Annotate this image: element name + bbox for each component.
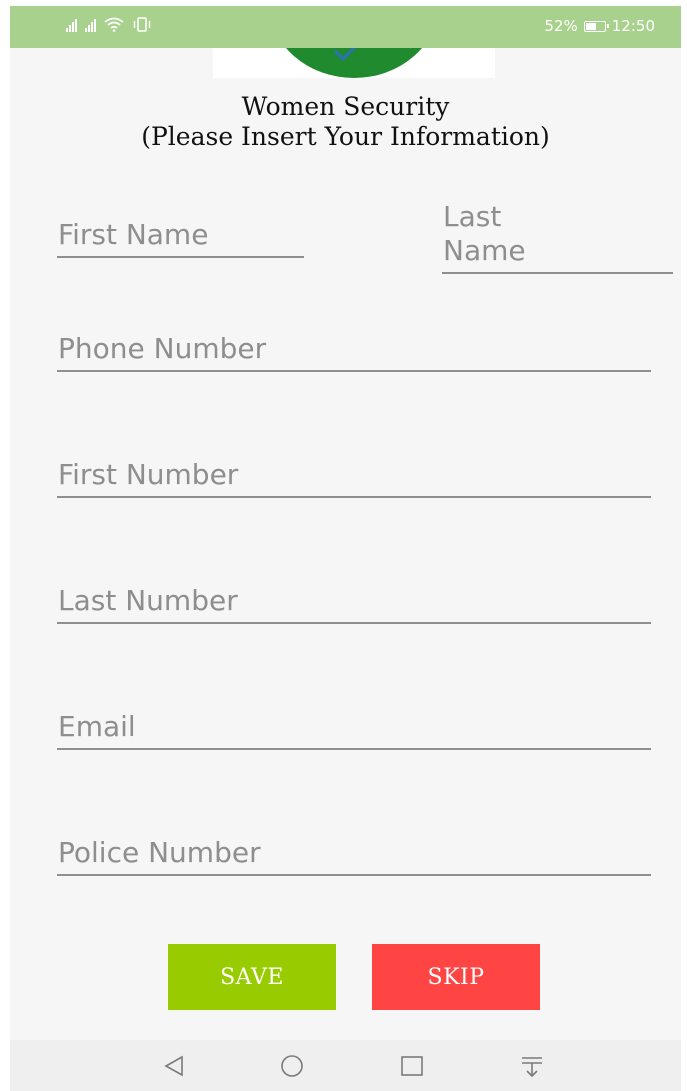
logo-shield-icon (269, 48, 439, 78)
back-icon[interactable] (160, 1052, 188, 1080)
app-logo (213, 48, 495, 78)
phone-screen: 52% 12:50 Women Security (Please Insert … (10, 6, 681, 1091)
phone-number-field[interactable]: Phone Number (57, 326, 651, 372)
vibrate-icon (133, 17, 151, 32)
phone-number-placeholder: Phone Number (58, 332, 267, 365)
navigation-bar (10, 1040, 681, 1091)
last-number-field[interactable]: Last Number (57, 578, 651, 624)
signal-icon (85, 18, 96, 32)
last-number-placeholder: Last Number (58, 584, 238, 617)
battery-percent: 52% (544, 17, 578, 35)
page-title: Women Security (Please Insert Your Infor… (10, 92, 681, 152)
police-number-placeholder: Police Number (58, 836, 261, 869)
battery-icon (583, 20, 609, 32)
first-name-field[interactable]: First Name (57, 212, 304, 258)
status-icons-left (66, 17, 152, 32)
email-field[interactable]: Email (57, 704, 651, 750)
status-icons-right: 52% 12:50 (544, 17, 655, 35)
last-name-field[interactable]: Last Name (442, 198, 673, 274)
police-number-field[interactable]: Police Number (57, 830, 651, 876)
signal-icon (66, 18, 77, 32)
clock: 12:50 (611, 17, 655, 35)
first-number-field[interactable]: First Number (57, 452, 651, 498)
wifi-icon (104, 17, 124, 32)
last-name-placeholder-line2: Name (443, 234, 526, 267)
email-placeholder: Email (58, 710, 136, 743)
last-name-placeholder-line1: Last (443, 200, 502, 233)
notification-pull-icon[interactable] (518, 1052, 546, 1080)
save-button[interactable]: SAVE (168, 944, 336, 1010)
home-icon[interactable] (278, 1052, 306, 1080)
page-subtitle: (Please Insert Your Information) (141, 122, 550, 151)
first-name-placeholder: First Name (58, 218, 209, 251)
first-number-placeholder: First Number (58, 458, 239, 491)
page-title-line1: Women Security (241, 92, 450, 121)
skip-button[interactable]: SKIP (372, 944, 540, 1010)
status-bar: 52% 12:50 (10, 6, 681, 48)
recents-icon[interactable] (398, 1052, 426, 1080)
